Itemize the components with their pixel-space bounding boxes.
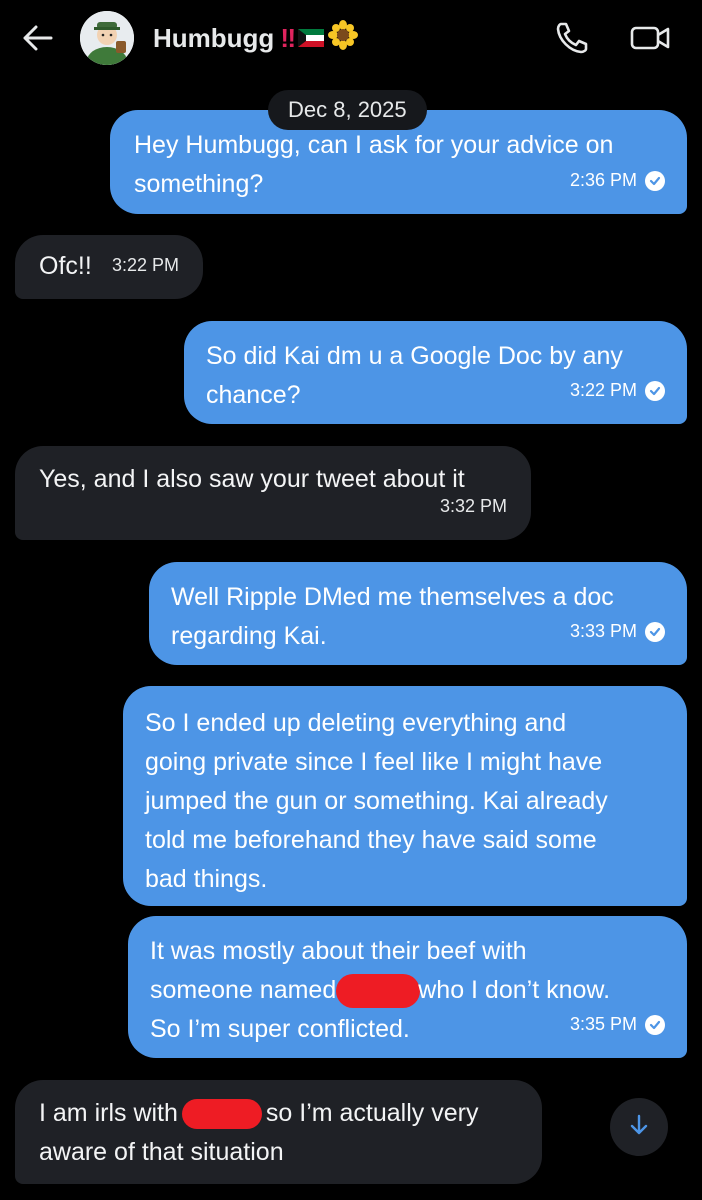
message-bubble-sent[interactable]: So I ended up deleting everything and go… bbox=[123, 686, 687, 906]
message-meta: 3:22 PM bbox=[570, 371, 665, 410]
name-flair: ‼ bbox=[280, 20, 359, 57]
message-timestamp: 3:35 PM bbox=[569, 1014, 637, 1034]
message-timestamp: 3:22 PM bbox=[111, 255, 179, 275]
message-line: jumped the gun or something. Kai already bbox=[145, 787, 608, 815]
read-check-icon bbox=[645, 170, 665, 191]
message-line: So I ended up deleting everything and bbox=[145, 709, 567, 737]
message-meta: 3:32 PM bbox=[440, 487, 507, 526]
contact-name[interactable]: Humbugg ‼ bbox=[153, 20, 359, 57]
arrow-down-icon bbox=[628, 1113, 650, 1142]
message-meta: 3:33 PM bbox=[570, 612, 665, 651]
message-fragment: so I’m actually very bbox=[265, 1099, 479, 1127]
message-fragment: someone named bbox=[150, 976, 337, 1004]
message-fragment: I am irls with bbox=[39, 1099, 178, 1127]
message-timestamp: 3:22 PM bbox=[569, 380, 637, 400]
contact-name-text: Humbugg bbox=[153, 23, 275, 53]
conversation-header: Humbugg ‼ bbox=[0, 0, 702, 78]
message-bubble-sent[interactable]: Well Ripple DMed me themselves a doc reg… bbox=[149, 562, 687, 665]
message-line: going private since I feel like I might … bbox=[145, 748, 603, 776]
message-fragment: who I don’t know. bbox=[418, 976, 611, 1004]
message-meta: 3:35 PM bbox=[570, 1005, 665, 1044]
message-line: It was mostly about their beef with bbox=[150, 937, 527, 965]
scroll-to-bottom-button[interactable] bbox=[610, 1098, 668, 1156]
dm-conversation-screen: Humbugg ‼ Dec 8, 2025 Hey Humbugg, can I… bbox=[0, 0, 702, 1200]
message-line: Yes, and I also saw your tweet about it bbox=[39, 465, 465, 493]
message-timestamp: 3:33 PM bbox=[569, 621, 637, 641]
message-line: aware of that situation bbox=[39, 1138, 284, 1166]
video-camera-icon[interactable] bbox=[628, 18, 672, 58]
message-bubble-received[interactable]: Yes, and I also saw your tweet about it … bbox=[15, 446, 531, 540]
message-line: bad things. bbox=[145, 865, 268, 893]
message-bubble-received[interactable]: Ofc!! 3:22 PM bbox=[15, 235, 203, 299]
message-bubble-sent[interactable]: It was mostly about their beef with some… bbox=[128, 916, 687, 1058]
redaction-mark bbox=[181, 1099, 262, 1130]
double-exclamation-icon: ‼ bbox=[280, 23, 296, 53]
date-divider: Dec 8, 2025 bbox=[268, 90, 427, 130]
read-check-icon bbox=[645, 1014, 665, 1035]
message-line: Hey Humbugg, can I ask for your advice o… bbox=[134, 131, 614, 159]
message-meta: 2:36 PM bbox=[570, 161, 665, 200]
sunflower-icon bbox=[328, 20, 359, 57]
message-meta: 3:22 PM bbox=[112, 246, 179, 285]
avatar[interactable] bbox=[80, 11, 134, 65]
redaction-mark bbox=[336, 974, 421, 1009]
message-line-redacted: I am irls with so I’m actually very bbox=[39, 1094, 518, 1133]
phone-icon[interactable] bbox=[552, 18, 592, 58]
message-timestamp: 3:32 PM bbox=[439, 496, 507, 516]
message-bubble-sent[interactable]: So did Kai dm u a Google Doc by any chan… bbox=[184, 321, 687, 424]
message-line: told me beforehand they have said some bbox=[145, 826, 597, 854]
read-check-icon bbox=[645, 380, 665, 401]
back-arrow-icon[interactable] bbox=[20, 20, 56, 56]
message-timestamp: 2:36 PM bbox=[569, 170, 637, 190]
kuwait-flag-icon bbox=[298, 23, 325, 54]
message-bubble-received[interactable]: I am irls with so I’m actually very aware… bbox=[15, 1080, 542, 1184]
read-check-icon bbox=[645, 621, 665, 642]
